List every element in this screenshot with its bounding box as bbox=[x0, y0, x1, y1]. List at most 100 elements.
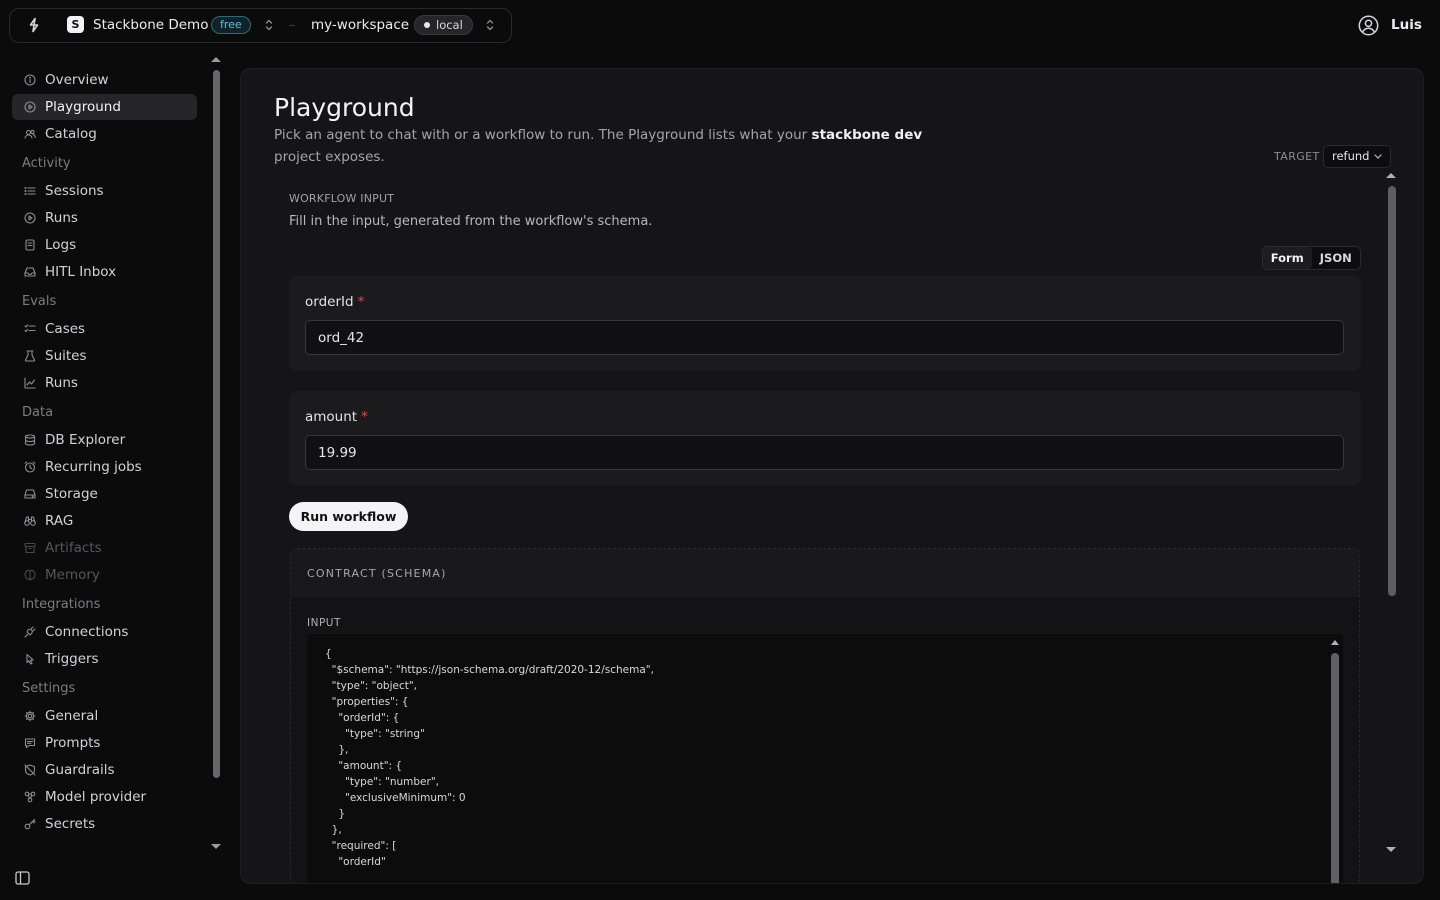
sidebar-item-cases[interactable]: Cases bbox=[12, 316, 197, 342]
target-select[interactable]: refund bbox=[1323, 145, 1391, 168]
sidebar-item-label: DB Explorer bbox=[45, 432, 126, 448]
workspace-selector-chevrons-icon[interactable] bbox=[485, 18, 495, 32]
code-scroll-up-arrow[interactable] bbox=[1331, 640, 1339, 645]
project-avatar[interactable]: S bbox=[67, 16, 84, 33]
breadcrumb-separator bbox=[289, 25, 295, 26]
code-scrollbar-thumb[interactable] bbox=[1331, 653, 1339, 883]
sidebar-section-data: Data bbox=[22, 405, 54, 420]
key-icon bbox=[24, 818, 36, 830]
page-description-suffix: project exposes. bbox=[274, 149, 385, 165]
workflow-input-label: WORKFLOW INPUT bbox=[289, 192, 395, 205]
user-avatar-icon[interactable] bbox=[1358, 15, 1379, 36]
environment-status-dot bbox=[424, 22, 430, 28]
amount-label-text: amount bbox=[305, 409, 358, 425]
sidebar-item-triggers[interactable]: Triggers bbox=[12, 646, 197, 672]
sidebar-item-overview[interactable]: Overview bbox=[12, 67, 197, 93]
sidebar-item-label: Secrets bbox=[45, 816, 96, 832]
stackbone-logo-icon[interactable] bbox=[26, 17, 42, 33]
sidebar-item-recurring-jobs[interactable]: Recurring jobs bbox=[12, 454, 197, 480]
required-marker: * bbox=[357, 294, 365, 310]
sidebar-item-rag[interactable]: RAG bbox=[12, 508, 197, 534]
page-description: Pick an agent to chat with or a workflow… bbox=[274, 124, 954, 168]
sidebar-scroll-down-arrow[interactable] bbox=[211, 844, 221, 849]
schema-code-block[interactable]: { "$schema": "https://json-schema.org/dr… bbox=[307, 634, 1343, 883]
page-description-prefix: Pick an agent to chat with or a workflow… bbox=[274, 127, 808, 143]
sidebar-section-activity: Activity bbox=[22, 156, 71, 171]
sidebar-item-playground[interactable]: Playground bbox=[12, 94, 197, 120]
sidebar-item-general[interactable]: General bbox=[12, 703, 197, 729]
contract-schema-title: CONTRACT (SCHEMA) bbox=[307, 567, 447, 580]
sidebar-item-label: Prompts bbox=[45, 735, 101, 751]
sidebar-item-memory: Memory bbox=[12, 562, 197, 588]
sidebar-item-prompts[interactable]: Prompts bbox=[12, 730, 197, 756]
sidebar-item-storage[interactable]: Storage bbox=[12, 481, 197, 507]
environment-badge[interactable]: local bbox=[414, 15, 473, 35]
sidebar-item-model-provider[interactable]: Model provider bbox=[12, 784, 197, 810]
run-workflow-button[interactable]: Run workflow bbox=[289, 502, 408, 531]
play-circle-icon bbox=[24, 101, 36, 113]
sidebar-section-settings: Settings bbox=[22, 681, 76, 696]
main-scrollbar-thumb[interactable] bbox=[1388, 186, 1396, 596]
sidebar-nav: Overview Playground Catalog Activity Session… bbox=[0, 60, 230, 860]
main-scroll-down-arrow[interactable] bbox=[1386, 847, 1396, 852]
target-select-value: refund bbox=[1332, 149, 1370, 163]
sidebar-item-runs[interactable]: Runs bbox=[12, 370, 197, 396]
sidebar-item-label: Sessions bbox=[45, 183, 104, 199]
sidebar-item-guardrails[interactable]: Guardrails bbox=[12, 757, 197, 783]
user-name[interactable]: Luis bbox=[1391, 17, 1422, 33]
sidebar-item-db-explorer[interactable]: DB Explorer bbox=[12, 427, 197, 453]
project-name[interactable]: Stackbone Demo bbox=[93, 17, 208, 33]
target-label: TARGET bbox=[1274, 150, 1320, 163]
shield-off-icon bbox=[24, 764, 36, 776]
hard-drive-icon bbox=[24, 488, 36, 500]
playground-panel: Playground Pick an agent to chat with or… bbox=[240, 68, 1424, 884]
sidebar-item-suites[interactable]: Suites bbox=[12, 343, 197, 369]
sidebar-item-connections[interactable]: Connections bbox=[12, 619, 197, 645]
message-icon bbox=[24, 737, 36, 749]
sidebar-item-label: RAG bbox=[45, 513, 74, 529]
sidebar-item-label: General bbox=[45, 708, 99, 724]
sidebar-item-label: Storage bbox=[45, 486, 98, 502]
json-mode-button[interactable]: JSON bbox=[1312, 247, 1361, 269]
workspace-name[interactable]: my-workspace bbox=[311, 17, 409, 33]
sidebar-item-label: Connections bbox=[45, 624, 129, 640]
orderid-input[interactable] bbox=[305, 320, 1344, 355]
sidebar-toggle-icon[interactable] bbox=[15, 871, 30, 885]
sidebar-item-label: Suites bbox=[45, 348, 87, 364]
amount-input[interactable] bbox=[305, 435, 1344, 470]
contract-schema-header[interactable]: CONTRACT (SCHEMA) bbox=[291, 549, 1359, 597]
project-selector-chevrons-icon[interactable] bbox=[264, 18, 274, 32]
orderid-field-label: orderId * bbox=[305, 294, 364, 310]
info-icon bbox=[24, 74, 36, 86]
orderid-label-text: orderId bbox=[305, 294, 354, 310]
amount-field-card: amount * bbox=[289, 391, 1361, 486]
sidebar-item-artifacts: Artifacts bbox=[12, 535, 197, 561]
amount-field-label: amount * bbox=[305, 409, 368, 425]
form-mode-button[interactable]: Form bbox=[1263, 247, 1312, 269]
sidebar-scrollbar-thumb[interactable] bbox=[213, 70, 220, 778]
document-icon bbox=[24, 239, 36, 251]
sidebar-item-label: Playground bbox=[45, 99, 121, 115]
gear-icon bbox=[24, 710, 36, 722]
sidebar-item-runs[interactable]: Runs bbox=[12, 205, 197, 231]
workflow-input-description: Fill in the input, generated from the wo… bbox=[289, 214, 653, 229]
schema-code: { "$schema": "https://json-schema.org/dr… bbox=[325, 648, 654, 868]
sidebar-scroll-up-arrow[interactable] bbox=[211, 57, 221, 62]
main-scroll-up-arrow[interactable] bbox=[1386, 173, 1396, 178]
orderid-field-card: orderId * bbox=[289, 276, 1361, 371]
sidebar-item-secrets[interactable]: Secrets bbox=[12, 811, 197, 837]
binoculars-icon bbox=[24, 515, 36, 527]
sidebar-item-hitl-inbox[interactable]: HITL Inbox bbox=[12, 259, 197, 285]
sidebar-item-label: Recurring jobs bbox=[45, 459, 142, 475]
sidebar-item-label: Overview bbox=[45, 72, 109, 88]
schema-input-label: INPUT bbox=[307, 617, 341, 629]
sidebar-item-sessions[interactable]: Sessions bbox=[12, 178, 197, 204]
sidebar-section-integrations: Integrations bbox=[22, 597, 101, 612]
chart-icon bbox=[24, 377, 36, 389]
sidebar-item-catalog[interactable]: Catalog bbox=[12, 121, 197, 147]
inbox-icon bbox=[24, 266, 36, 278]
checklist-icon bbox=[24, 323, 36, 335]
required-marker: * bbox=[361, 409, 368, 425]
plug-icon bbox=[24, 626, 36, 638]
sidebar-item-logs[interactable]: Logs bbox=[12, 232, 197, 258]
